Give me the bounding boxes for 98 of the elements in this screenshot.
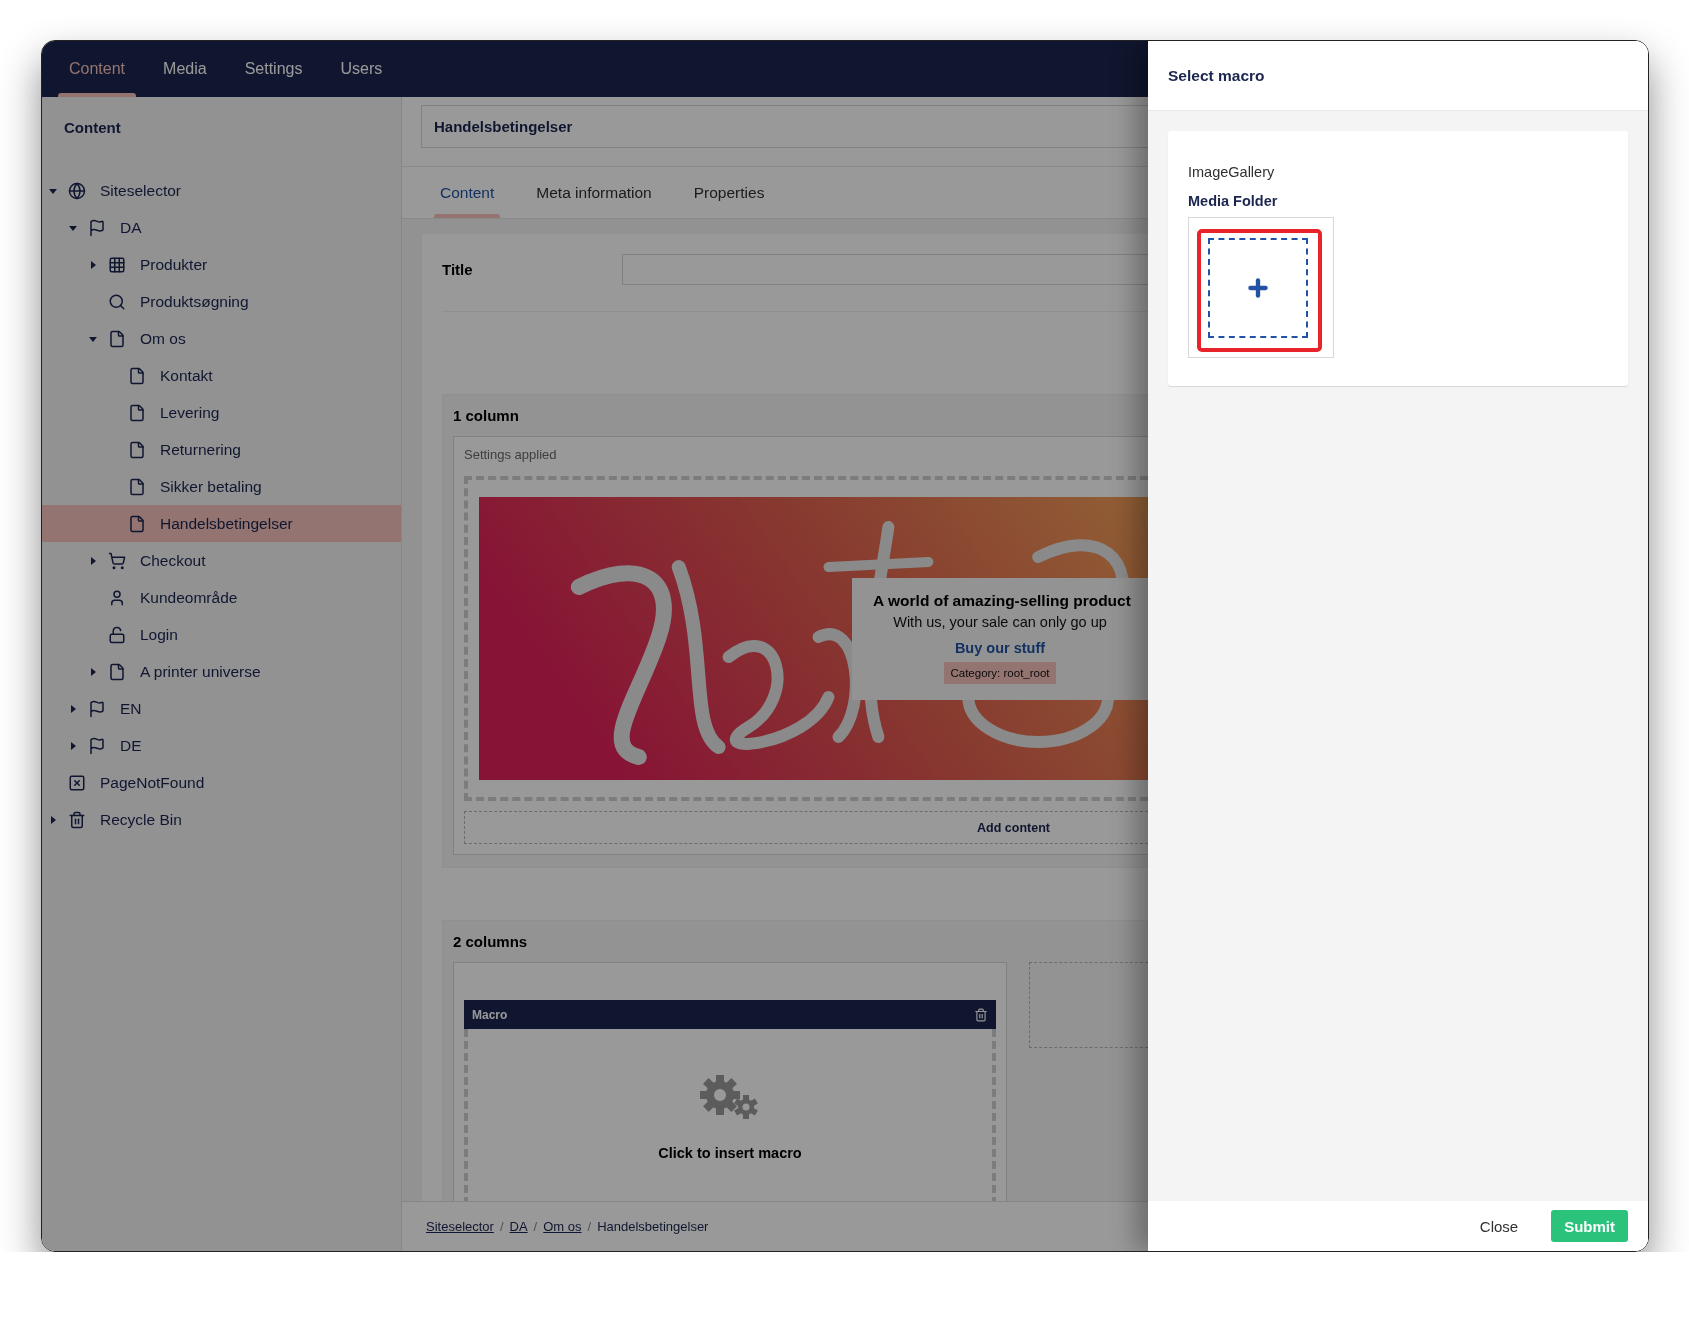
flag-icon — [88, 736, 106, 755]
window-close-icon — [68, 773, 86, 792]
document-icon — [128, 403, 146, 422]
tree-item-label: Recycle Bin — [100, 810, 182, 829]
document-icon — [128, 440, 146, 459]
tree-item[interactable]: Returnering — [42, 431, 401, 468]
tree-item-label: Handelsbetingelser — [160, 514, 293, 533]
tree-item-label: Om os — [140, 329, 186, 348]
add-media-button[interactable] — [1208, 238, 1308, 338]
insert-macro-button[interactable]: Click to insert macro — [464, 1029, 996, 1201]
document-icon — [128, 366, 146, 385]
unlock-icon — [108, 625, 126, 644]
tree-item[interactable]: PageNotFound — [42, 764, 401, 801]
tree-item[interactable]: Produkter — [42, 246, 401, 283]
breadcrumb-separator: / — [499, 1219, 504, 1234]
flag-icon — [88, 699, 106, 718]
tree-item-label: Produktsøgning — [140, 292, 249, 311]
tree-item-label: Checkout — [140, 551, 206, 570]
tree-item[interactable]: Checkout — [42, 542, 401, 579]
caret-icon[interactable] — [69, 704, 77, 713]
editor-tab[interactable]: Meta information — [530, 167, 658, 218]
plus-icon — [1245, 275, 1271, 301]
tree-item-label: Returnering — [160, 440, 241, 459]
caret-icon[interactable] — [49, 815, 57, 824]
dialog-title: Select macro — [1168, 66, 1265, 85]
caret-icon[interactable] — [69, 223, 77, 232]
tree-item-label: PageNotFound — [100, 773, 205, 792]
breadcrumb-link[interactable]: Om os — [543, 1219, 582, 1234]
macro-title: Macro — [472, 1007, 508, 1022]
tree-item-label: DE — [120, 736, 142, 755]
tree-item[interactable]: Handelsbetingelser — [42, 505, 401, 542]
tree-item-label: EN — [120, 699, 142, 718]
document-icon — [128, 477, 146, 496]
cart-icon — [108, 551, 126, 570]
editor-tab[interactable]: Content — [434, 167, 501, 218]
editor-tab[interactable]: Properties — [687, 167, 771, 218]
tree-item[interactable]: Recycle Bin — [42, 801, 401, 838]
sidebar-title: Content — [63, 119, 122, 136]
tree-item[interactable]: Login — [42, 616, 401, 653]
tree-item-label: Kontakt — [160, 366, 213, 385]
name-field[interactable]: Handelsbetingelser — [421, 105, 1148, 148]
tree-item-label: Kundeområde — [140, 588, 238, 607]
caret-icon[interactable] — [89, 556, 97, 565]
section-title: 2 columns — [453, 933, 529, 950]
tree-item[interactable]: Levering — [42, 394, 401, 431]
tree-item[interactable]: DA — [42, 209, 401, 246]
breadcrumb-separator: / — [533, 1219, 538, 1234]
promo-heading: A world of amazing-selling product — [873, 591, 1131, 610]
document-icon — [108, 329, 126, 348]
flag-icon — [88, 218, 106, 237]
grid-icon — [108, 255, 126, 274]
title-field[interactable] — [622, 254, 1148, 285]
add-content-button[interactable]: Add content — [464, 811, 1148, 844]
breadcrumb-separator: / — [587, 1219, 592, 1234]
tree-item[interactable]: DE — [42, 727, 401, 764]
tree-item-label: Produkter — [140, 255, 208, 274]
tree-item[interactable]: Om os — [42, 320, 401, 357]
caret-icon[interactable] — [89, 334, 97, 343]
trash-icon[interactable] — [974, 1007, 988, 1022]
globe-icon — [68, 181, 86, 200]
breadcrumb-link[interactable]: Siteselector — [426, 1219, 494, 1234]
nav-tab[interactable]: Users — [321, 41, 402, 97]
caret-icon[interactable] — [89, 667, 97, 676]
user-icon — [108, 588, 126, 607]
tree-item[interactable]: Sikker betaling — [42, 468, 401, 505]
nav-tab[interactable]: Settings — [225, 41, 322, 97]
promo-subheading: With us, your sale can only go up — [893, 613, 1107, 630]
tree-item[interactable]: Produktsøgning — [42, 283, 401, 320]
macro-name: ImageGallery — [1188, 164, 1276, 180]
tree-item[interactable]: Siteselector — [42, 172, 401, 209]
tree-item-label: Login — [140, 625, 178, 644]
trash-icon — [68, 810, 86, 829]
tree-item-label: Levering — [160, 403, 220, 422]
search-icon — [108, 292, 126, 311]
nav-tab[interactable]: Media — [144, 41, 226, 97]
breadcrumb-link[interactable]: DA — [509, 1219, 528, 1234]
tree-item-label: DA — [120, 218, 142, 237]
tree-item-label: Siteselector — [100, 181, 181, 200]
promo-link[interactable]: Buy our stuff — [954, 639, 1046, 656]
category-tag: Category: root_root — [944, 661, 1056, 684]
tree-item-label: A printer universe — [140, 662, 261, 681]
caret-icon[interactable] — [89, 260, 97, 269]
document-icon — [128, 514, 146, 533]
close-button[interactable]: Close — [1466, 1210, 1532, 1242]
tree-item[interactable]: A printer universe — [42, 653, 401, 690]
field-label: Title — [442, 261, 474, 278]
caret-icon[interactable] — [49, 186, 57, 195]
section-title: 1 column — [453, 407, 520, 424]
field-label: Media Folder — [1188, 193, 1279, 209]
tree-item[interactable]: Kundeområde — [42, 579, 401, 616]
tree-item[interactable]: Kontakt — [42, 357, 401, 394]
caret-icon[interactable] — [69, 741, 77, 750]
breadcrumb-current: Handelsbetingelser — [597, 1219, 709, 1234]
document-icon — [108, 662, 126, 681]
tree-item-label: Sikker betaling — [160, 477, 262, 496]
settings-note: Settings applied — [464, 447, 558, 462]
nav-tab[interactable]: Content — [50, 41, 145, 97]
tree-item[interactable]: EN — [42, 690, 401, 727]
